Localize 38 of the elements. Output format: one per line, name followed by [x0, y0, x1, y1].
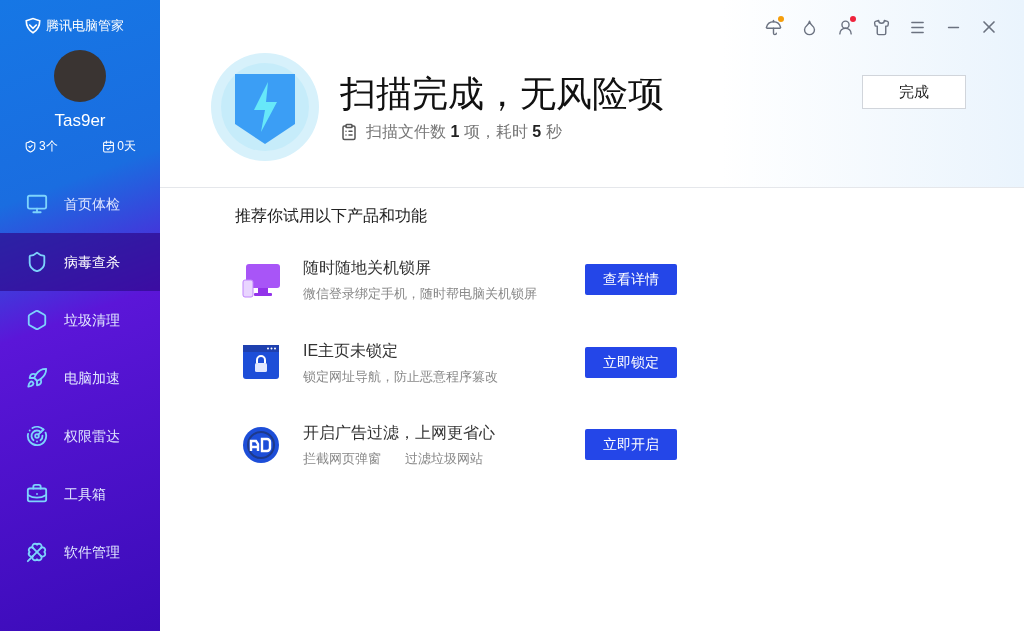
feature-description: 锁定网址导航，防止恶意程序篡改 — [303, 367, 498, 386]
app-name: 腾讯电脑管家 — [46, 17, 124, 35]
scan-summary: 扫描文件数 1 项，耗时 5 秒 — [366, 121, 562, 142]
action-button[interactable]: 立即锁定 — [585, 346, 677, 378]
feature-description: 过滤垃圾网站 — [405, 450, 483, 468]
shield-icon — [26, 251, 48, 273]
feature-description: 拦截网页弹窗 — [303, 450, 381, 468]
feature-title: 随时随地关机锁屏 — [303, 258, 432, 278]
nav-item[interactable]: 垃圾清理 — [0, 291, 160, 349]
shield-logo-icon — [24, 16, 42, 35]
calendar-check-icon — [102, 139, 116, 153]
done-button[interactable]: 完成 — [862, 75, 966, 109]
shield-check-icon — [24, 139, 37, 153]
nav-item[interactable]: 工具箱 — [0, 465, 160, 523]
browser-lock-icon — [242, 344, 280, 381]
nav-item[interactable]: 首页体检 — [0, 175, 160, 233]
nav-item[interactable]: 电脑加速 — [0, 349, 160, 407]
radar-icon — [26, 425, 48, 447]
ad-block-icon — [242, 425, 280, 464]
clover-icon — [26, 541, 48, 563]
feature-description: 微信登录绑定手机，随时帮电脑关机锁屏 — [303, 285, 537, 303]
user-name: Tas9er — [53, 109, 107, 132]
recommend-heading: 推荐你试用以下产品和功能 — [235, 206, 428, 226]
toolbox-icon — [26, 483, 48, 505]
hexagon-icon — [26, 309, 48, 331]
feature-title: 开启广告过滤，上网更省心 — [303, 423, 496, 443]
monitor-icon — [26, 193, 48, 215]
rocket-icon — [26, 367, 48, 389]
action-button[interactable]: 查看详情 — [585, 264, 677, 296]
feature-title: IE主页未锁定 — [303, 340, 400, 361]
stat-value: 0天 — [117, 138, 136, 155]
nav-item[interactable]: 软件管理 — [0, 523, 160, 581]
avatar — [54, 49, 106, 102]
nav-item[interactable]: 权限雷达 — [0, 407, 160, 465]
nav-item[interactable]: 病毒查杀 — [0, 233, 160, 291]
stat-value: 3个 — [39, 138, 58, 155]
result-title: 扫描完成，无风险项 — [340, 71, 664, 116]
action-button[interactable]: 立即开启 — [585, 429, 677, 461]
